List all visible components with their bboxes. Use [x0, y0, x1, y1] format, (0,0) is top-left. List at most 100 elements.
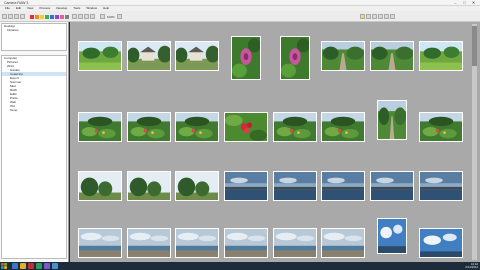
photo-thumbnail[interactable] [273, 112, 317, 142]
photo-thumbnail[interactable] [224, 171, 268, 201]
settings-icon[interactable] [390, 14, 395, 19]
photo-image [79, 113, 121, 141]
photo-thumbnail[interactable] [231, 36, 261, 80]
grid-scrollbar[interactable] [464, 22, 480, 262]
folder-tree-item[interactable]: Temp [2, 108, 66, 112]
refresh-icon[interactable] [20, 14, 25, 19]
compare-icon[interactable] [372, 14, 377, 19]
photo-thumbnail[interactable] [175, 171, 219, 201]
camera-raw-taskbar-icon[interactable] [52, 263, 58, 269]
crop-icon[interactable] [366, 14, 371, 19]
blue-label-icon[interactable] [50, 14, 54, 19]
photo-image [176, 113, 218, 141]
zoom-in-icon[interactable] [116, 14, 122, 19]
photo-thumbnail[interactable] [419, 112, 463, 142]
photo-thumbnail[interactable] [419, 171, 463, 201]
list-view-icon[interactable] [78, 14, 83, 19]
file-tools [2, 13, 25, 20]
photo-thumbnail[interactable] [224, 112, 268, 142]
favorites-pane: Desktop Libraries [1, 23, 67, 51]
save-icon[interactable] [8, 14, 13, 19]
windows-start-icon[interactable] [1, 263, 7, 269]
color-label-tools [30, 13, 69, 20]
gray-label-icon[interactable] [65, 14, 69, 19]
photo-image [322, 229, 364, 257]
clock-date: 6/14/2014 [465, 265, 478, 269]
info-icon[interactable] [378, 14, 383, 19]
app2-icon[interactable] [44, 263, 50, 269]
photo-thumbnail[interactable] [175, 41, 219, 71]
toolbar: 100% [0, 11, 480, 22]
rotate-right-icon[interactable] [90, 14, 95, 19]
photo-thumbnail[interactable] [321, 112, 365, 142]
photo-image [378, 219, 406, 253]
star-icon[interactable] [360, 14, 365, 19]
photo-thumbnail[interactable] [377, 218, 407, 254]
print-icon[interactable] [14, 14, 19, 19]
green-label-icon[interactable] [45, 14, 49, 19]
photo-image [128, 113, 170, 141]
photo-image [274, 113, 316, 141]
photo-thumbnail[interactable] [127, 171, 171, 201]
taskbar-apps [12, 263, 58, 269]
photo-thumbnail[interactable] [175, 228, 219, 258]
photo-thumbnail[interactable] [273, 228, 317, 258]
photo-thumbnail[interactable] [321, 228, 365, 258]
photo-thumbnail[interactable] [370, 171, 414, 201]
photo-image [176, 172, 218, 200]
scroll-thumb[interactable] [472, 26, 477, 66]
photo-thumbnail[interactable] [78, 171, 122, 201]
yellow-label-icon[interactable] [40, 14, 44, 19]
photo-thumbnail[interactable] [321, 41, 365, 71]
photo-image [281, 37, 309, 79]
photo-image [420, 113, 462, 141]
photo-image [378, 101, 406, 139]
folder-icon[interactable] [2, 14, 7, 19]
photo-thumbnail[interactable] [78, 228, 122, 258]
photo-image [232, 37, 260, 79]
photo-thumbnail[interactable] [419, 41, 463, 71]
photo-image [79, 229, 121, 257]
browser-icon[interactable] [12, 263, 18, 269]
photo-image [322, 113, 364, 141]
pink-label-icon[interactable] [60, 14, 64, 19]
favorites-item[interactable]: Libraries [2, 28, 66, 32]
photo-thumbnail[interactable] [127, 228, 171, 258]
photo-thumbnail[interactable] [370, 41, 414, 71]
photo-thumbnail[interactable] [273, 171, 317, 201]
zoom-level: 100% [107, 14, 115, 19]
photo-thumbnail[interactable] [224, 228, 268, 258]
photo-image [128, 42, 170, 70]
app-icon[interactable] [36, 263, 42, 269]
photo-image [79, 172, 121, 200]
photo-thumbnail[interactable] [78, 112, 122, 142]
photo-thumbnail[interactable] [377, 100, 407, 140]
photo-image [176, 42, 218, 70]
red-label-icon[interactable] [30, 14, 34, 19]
photo-thumbnail[interactable] [280, 36, 310, 80]
photo-image [371, 42, 413, 70]
purple-label-icon[interactable] [55, 14, 59, 19]
photo-thumbnail[interactable] [78, 41, 122, 71]
orange-label-icon[interactable] [35, 14, 39, 19]
photo-image [371, 172, 413, 200]
histogram-icon[interactable] [384, 14, 389, 19]
media-icon[interactable] [28, 263, 34, 269]
folder-sidebar: Desktop Libraries Computer Pictures 2014 Gar… [0, 22, 69, 262]
photo-thumbnail[interactable] [175, 112, 219, 142]
photo-image [128, 229, 170, 257]
photo-thumbnail[interactable] [321, 171, 365, 201]
photo-thumbnail[interactable] [419, 228, 463, 258]
explorer-icon[interactable] [20, 263, 26, 269]
taskbar: 10:42 6/14/2014 [0, 262, 480, 270]
clock[interactable]: 10:42 6/14/2014 [465, 262, 478, 269]
grid-view-icon[interactable] [72, 14, 77, 19]
thumbnail-grid [70, 22, 464, 262]
photo-thumbnail[interactable] [127, 112, 171, 142]
rotate-left-icon[interactable] [84, 14, 89, 19]
right-tools [360, 13, 395, 20]
photo-image [274, 172, 316, 200]
photo-thumbnail[interactable] [127, 41, 171, 71]
photo-image [79, 42, 121, 70]
zoom-out-icon[interactable] [100, 14, 105, 19]
